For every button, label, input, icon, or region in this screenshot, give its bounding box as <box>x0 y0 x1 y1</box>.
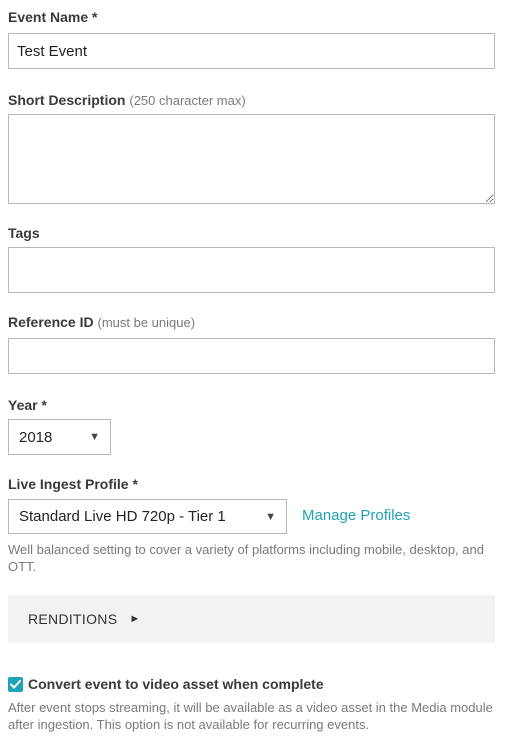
event-name-label-text: Event Name <box>8 9 89 25</box>
short-description-label: Short Description (250 character max) <box>8 92 246 109</box>
short-description-label-text: Short Description <box>8 92 126 108</box>
ingest-profile-label: Live Ingest Profile * <box>8 476 138 492</box>
ingest-profile-help: Well balanced setting to cover a variety… <box>8 542 484 574</box>
reference-id-hint: (must be unique) <box>97 315 196 330</box>
convert-checkbox[interactable] <box>8 677 23 692</box>
reference-id-label: Reference ID (must be unique) <box>8 314 195 331</box>
manage-profiles-link[interactable]: Manage Profiles <box>302 507 410 524</box>
ingest-profile-select-value: Standard Live HD 720p - Tier 1 <box>19 508 226 525</box>
dropdown-caret-icon: ▼ <box>265 510 276 523</box>
year-label-text: Year <box>8 397 38 413</box>
required-mark: * <box>41 397 47 413</box>
tags-input[interactable] <box>8 247 495 293</box>
event-name-input[interactable] <box>8 33 495 69</box>
ingest-profile-label-text: Live Ingest Profile <box>8 476 129 492</box>
required-mark: * <box>92 9 98 25</box>
short-description-textarea[interactable] <box>8 114 495 204</box>
tags-label: Tags <box>8 225 40 241</box>
tags-label-text: Tags <box>8 225 40 241</box>
event-name-label: Event Name * <box>8 9 98 25</box>
dropdown-caret-icon: ▼ <box>89 431 100 443</box>
ingest-profile-select[interactable]: Standard Live HD 720p - Tier 1 ▼ <box>8 499 287 534</box>
required-mark: * <box>132 476 138 492</box>
checkmark-icon <box>10 680 21 689</box>
year-select[interactable]: 2018 ▼ <box>8 419 111 455</box>
expand-triangle-icon: ► <box>129 613 141 625</box>
year-label: Year * <box>8 397 47 413</box>
convert-help: After event stops streaming, it will be … <box>8 700 493 732</box>
year-select-value: 2018 <box>19 428 53 446</box>
convert-checkbox-label[interactable]: Convert event to video asset when comple… <box>28 676 324 692</box>
short-description-hint: (250 character max) <box>129 93 246 108</box>
renditions-label: RENDITIONS <box>28 611 118 627</box>
reference-id-input[interactable] <box>8 338 495 374</box>
renditions-toggle[interactable]: RENDITIONS ► <box>8 595 495 643</box>
reference-id-label-text: Reference ID <box>8 314 94 330</box>
